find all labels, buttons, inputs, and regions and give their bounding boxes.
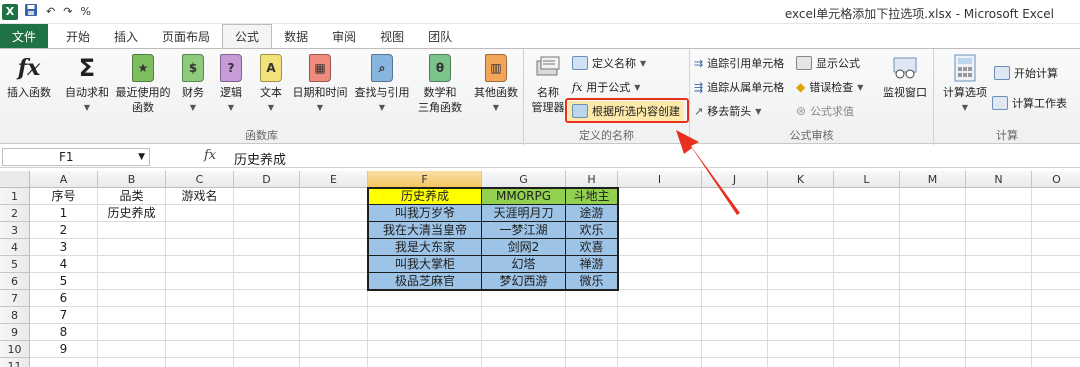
annotation-arrow-icon [676, 130, 740, 215]
